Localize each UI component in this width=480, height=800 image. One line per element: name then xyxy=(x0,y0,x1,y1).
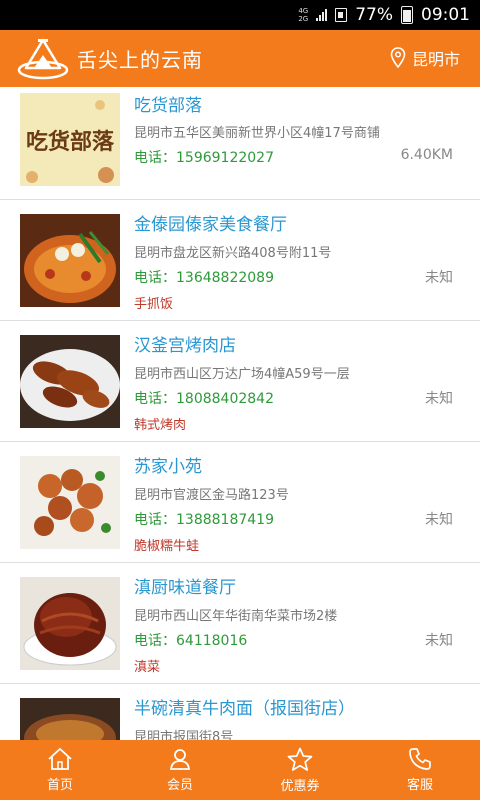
restaurant-address: 昆明市西山区万达广场4幢A59号一层 xyxy=(134,367,350,382)
restaurant-distance: 未知 xyxy=(425,633,453,649)
network-indicator: 4G 2G xyxy=(298,7,308,23)
phone-icon xyxy=(409,748,431,770)
restaurant-distance: 未知 xyxy=(425,270,453,286)
restaurant-name[interactable]: 半碗清真牛肉面（报国街店） xyxy=(134,694,355,719)
restaurant-address: 昆明市报国街8号 xyxy=(134,730,234,740)
restaurant-tag: 脆椒糯牛蛙 xyxy=(134,539,200,554)
restaurant-phone[interactable]: 电话：64118016 xyxy=(134,630,247,650)
restaurant-name[interactable]: 金傣园傣家美食餐厅 xyxy=(134,210,287,235)
app-logo-icon xyxy=(17,38,69,80)
home-icon xyxy=(48,747,72,770)
restaurant-thumbnail: 吃货部落 xyxy=(20,93,120,186)
restaurant-item[interactable]: 吃货部落 吃货部落 昆明市五华区美丽新世界小区4幢17号商铺 电话：159691… xyxy=(0,87,480,208)
city-selector[interactable]: 昆明市 xyxy=(390,46,460,70)
restaurant-item[interactable]: 苏家小苑 昆明市官渡区金马路123号 电话：13888187419 未知 脆椒糯… xyxy=(0,442,480,563)
app-title: 舌尖上的云南 xyxy=(77,48,203,72)
restaurant-name[interactable]: 吃货部落 xyxy=(134,91,202,116)
tab-label: 会员 xyxy=(166,778,193,793)
restaurant-phone[interactable]: 电话：15969122027 xyxy=(134,147,274,167)
battery-icon xyxy=(401,6,413,24)
battery-percent: 77% xyxy=(355,5,393,25)
restaurant-distance: 未知 xyxy=(425,391,453,407)
star-icon xyxy=(287,747,313,771)
city-label: 昆明市 xyxy=(411,50,460,69)
tab-label: 优惠券 xyxy=(280,778,320,794)
restaurant-item[interactable]: 半碗清真牛肉面（报国街店） 昆明市报国街8号 xyxy=(0,684,480,740)
network-type: 4G xyxy=(298,7,309,15)
restaurant-name[interactable]: 滇厨味道餐厅 xyxy=(134,573,236,598)
signal-icon xyxy=(316,9,328,21)
restaurant-distance: 6.40KM xyxy=(400,147,453,163)
restaurant-item[interactable]: 汉釜宫烤肉店 昆明市西山区万达广场4幢A59号一层 电话：18088402842… xyxy=(0,321,480,442)
restaurant-address: 昆明市盘龙区新兴路408号附11号 xyxy=(134,246,332,261)
tab-member[interactable]: 会员 xyxy=(120,740,240,800)
tab-label: 首页 xyxy=(46,778,73,793)
restaurant-thumbnail xyxy=(20,577,120,670)
bottom-tab-bar: 首页 会员 优惠券 客服 xyxy=(0,740,480,800)
restaurant-phone[interactable]: 电话：13888187419 xyxy=(134,509,274,529)
clock: 09:01 xyxy=(421,5,470,25)
restaurant-address: 昆明市官渡区金马路123号 xyxy=(134,488,289,503)
restaurant-thumbnail xyxy=(20,214,120,307)
user-icon xyxy=(169,749,191,770)
status-bar: 4G 2G 77% 09:01 xyxy=(0,0,480,30)
restaurant-thumbnail xyxy=(20,335,120,428)
restaurant-tag: 韩式烤肉 xyxy=(134,418,187,433)
restaurant-tag: 滇菜 xyxy=(134,660,161,675)
restaurant-thumbnail xyxy=(20,698,120,740)
app-header: 舌尖上的云南 昆明市 xyxy=(0,30,480,87)
restaurant-name[interactable]: 苏家小苑 xyxy=(134,452,202,477)
thumb-text: 吃货部落 xyxy=(26,129,115,155)
tab-label: 客服 xyxy=(406,778,433,793)
restaurant-thumbnail xyxy=(20,456,120,549)
restaurant-item[interactable]: 金傣园傣家美食餐厅 昆明市盘龙区新兴路408号附11号 电话：136488220… xyxy=(0,200,480,321)
restaurant-address: 昆明市五华区美丽新世界小区4幢17号商铺 xyxy=(134,126,380,141)
sim-icon xyxy=(335,8,348,22)
restaurant-address: 昆明市西山区年华街南华菜市场2楼 xyxy=(134,609,338,624)
tab-customer-service[interactable]: 客服 xyxy=(360,740,480,800)
restaurant-item[interactable]: 滇厨味道餐厅 昆明市西山区年华街南华菜市场2楼 电话：64118016 未知 滇… xyxy=(0,563,480,684)
network-type-secondary: 2G xyxy=(298,15,309,23)
restaurant-distance: 未知 xyxy=(425,512,453,528)
location-pin-icon xyxy=(390,47,406,69)
tab-home[interactable]: 首页 xyxy=(0,740,120,800)
restaurant-phone[interactable]: 电话：18088402842 xyxy=(134,388,274,408)
restaurant-list[interactable]: 吃货部落 吃货部落 昆明市五华区美丽新世界小区4幢17号商铺 电话：159691… xyxy=(0,87,480,740)
restaurant-name[interactable]: 汉釜宫烤肉店 xyxy=(134,331,236,356)
restaurant-tag: 手抓饭 xyxy=(134,297,174,312)
restaurant-phone[interactable]: 电话：13648822089 xyxy=(134,267,274,287)
tab-coupons[interactable]: 优惠券 xyxy=(240,740,360,800)
